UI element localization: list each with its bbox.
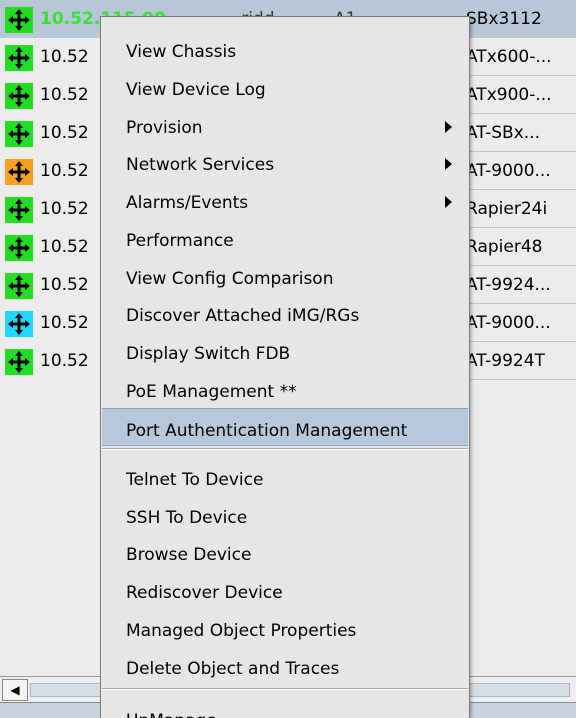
device-status-icon [5, 45, 33, 71]
device-status-icon [5, 235, 33, 261]
menu-item-label: Alarms/Events [126, 193, 249, 213]
device-status-icon [5, 159, 33, 185]
device-model: AT-9924T [466, 351, 545, 371]
device-status-icon [5, 273, 33, 299]
device-model: Rapier48 [466, 237, 543, 257]
menu-item-label: Performance [126, 231, 234, 251]
menu-item-label: SSH To Device [126, 508, 248, 528]
menu-item-label: Rediscover Device [126, 583, 283, 603]
row-divider [466, 379, 576, 380]
menu-item-alarms-events[interactable]: Alarms/Events [102, 181, 468, 219]
device-ip: 10.52 [40, 275, 89, 295]
menu-item-poe-management[interactable]: PoE Management ** [102, 370, 468, 408]
menu-item-label: Telnet To Device [126, 470, 264, 490]
menu-item-managed-object-properties[interactable]: Managed Object Properties [102, 609, 468, 647]
device-ip: 10.52 [40, 123, 89, 143]
menu-item-performance[interactable]: Performance [102, 219, 468, 257]
menu-item-label: Delete Object and Traces [126, 659, 340, 679]
device-status-icon [5, 197, 33, 223]
menu-item-label: View Chassis [126, 42, 237, 62]
menu-item-provision[interactable]: Provision [102, 106, 468, 144]
menu-item-network-services[interactable]: Network Services [102, 143, 468, 181]
submenu-arrow-icon [445, 121, 452, 133]
menu-item-unmanage[interactable]: UnManage [102, 699, 468, 718]
menu-item-label: View Device Log [126, 80, 266, 100]
menu-item-discover-attached-img-rgs[interactable]: Discover Attached iMG/RGs [102, 294, 468, 332]
menu-item-telnet-to-device[interactable]: Telnet To Device [102, 458, 468, 496]
device-status-icon [5, 349, 33, 375]
device-model: AT-9000... [466, 313, 551, 333]
device-ip: 10.52 [40, 237, 89, 257]
menu-item-view-config-comparison[interactable]: View Config Comparison [102, 257, 468, 295]
menu-item-browse-device[interactable]: Browse Device [102, 533, 468, 571]
device-ip: 10.52 [40, 85, 89, 105]
device-model: SBx3112 [466, 9, 542, 29]
menu-item-rediscover-device[interactable]: Rediscover Device [102, 571, 468, 609]
device-model: AT-SBx... [466, 123, 540, 143]
scroll-left-button[interactable]: ◀ [2, 679, 28, 701]
device-status-icon [5, 121, 33, 147]
menu-item-label: Discover Attached iMG/RGs [126, 306, 360, 326]
device-ip: 10.52 [40, 161, 89, 181]
device-ip: 10.52 [40, 351, 89, 371]
device-ip: 10.52 [40, 313, 89, 333]
menu-separator [102, 688, 468, 690]
device-status-icon [5, 7, 33, 33]
menu-item-label: PoE Management ** [126, 382, 297, 402]
context-menu: View Chassis View Device Log Provision Netw… [100, 16, 470, 718]
menu-item-port-authentication-management[interactable]: Port Authentication Management [102, 408, 468, 446]
menu-item-view-chassis[interactable]: View Chassis [102, 30, 468, 68]
device-status-icon [5, 83, 33, 109]
menu-item-display-switch-fdb[interactable]: Display Switch FDB [102, 332, 468, 370]
device-status-icon [5, 311, 33, 337]
menu-separator [102, 448, 468, 450]
device-model: AT-9924... [466, 275, 551, 295]
device-ip: 10.52 [40, 199, 89, 219]
menu-item-label: View Config Comparison [126, 269, 334, 289]
menu-item-delete-object-and-traces[interactable]: Delete Object and Traces [102, 647, 468, 685]
menu-item-ssh-to-device[interactable]: SSH To Device [102, 496, 468, 534]
menu-item-label: Port Authentication Management [126, 421, 408, 441]
menu-item-label: Display Switch FDB [126, 344, 291, 364]
submenu-arrow-icon [445, 158, 452, 170]
device-model: ATx600-... [466, 47, 552, 67]
menu-item-label: Managed Object Properties [126, 621, 357, 641]
device-model: Rapier24i [466, 199, 548, 219]
device-ip: 10.52 [40, 47, 89, 67]
menu-item-label: Browse Device [126, 545, 252, 565]
submenu-arrow-icon [445, 196, 452, 208]
menu-item-view-device-log[interactable]: View Device Log [102, 68, 468, 106]
menu-item-label: Provision [126, 118, 203, 138]
menu-item-label: Network Services [126, 155, 275, 175]
device-model: ATx900-... [466, 85, 552, 105]
device-model: AT-9000... [466, 161, 551, 181]
